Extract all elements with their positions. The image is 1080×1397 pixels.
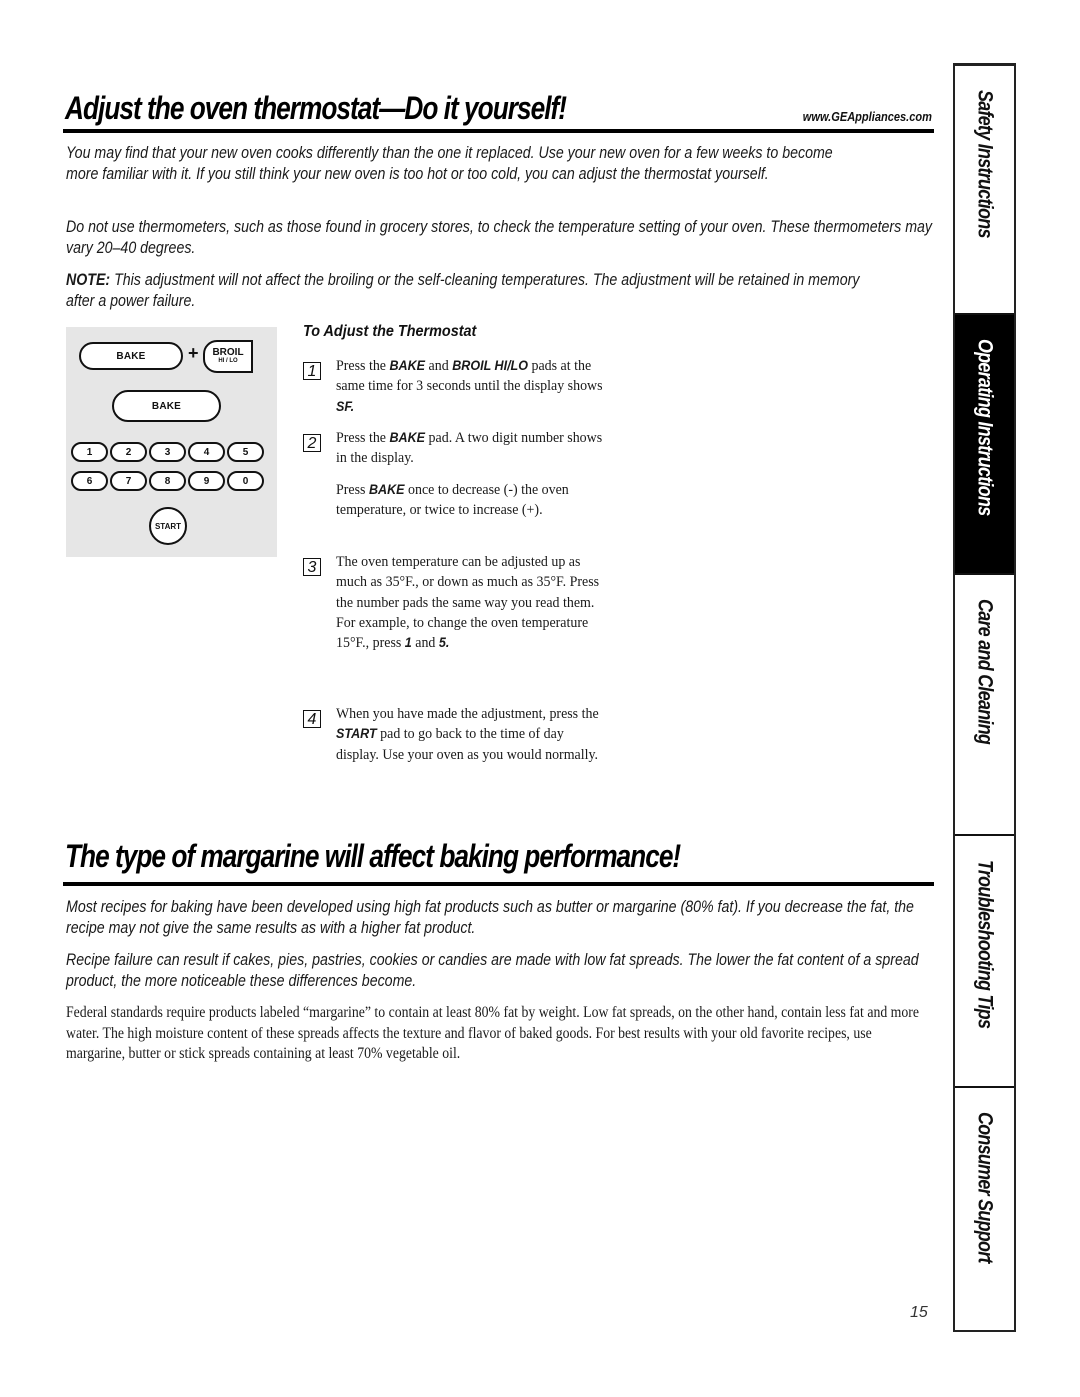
step-2-text: Press the BAKE pad. A two digit number s… (336, 428, 615, 469)
tab-care-and-cleaning[interactable]: Care and Cleaning (955, 575, 1014, 836)
bake-pad-2: BAKE (112, 390, 221, 422)
margarine-paragraph-2: Recipe failure can result if cakes, pies… (66, 951, 919, 990)
broil-hilo-label: HI / LO (218, 358, 238, 364)
number-pad-0: 0 (227, 471, 264, 491)
digit-keyword: 5. (438, 635, 450, 651)
tab-label: Care and Cleaning (973, 599, 997, 745)
bake-keyword: BAKE (389, 430, 426, 445)
tab-label: Safety Instructions (973, 90, 997, 238)
text: and (425, 358, 453, 374)
bake-keyword: BAKE (368, 482, 405, 497)
step-number-4: 4 (303, 710, 321, 728)
step-number-2: 2 (303, 434, 321, 452)
page-title: Adjust the oven thermostat—Do it yoursel… (65, 90, 567, 126)
tab-label: Consumer Support (973, 1112, 997, 1263)
broil-pad: BROIL HI / LO (203, 340, 253, 373)
title-rule (63, 129, 934, 133)
tab-label: Operating Instructions (973, 339, 997, 516)
text: Press the (336, 358, 390, 374)
margarine-paragraph-3: Federal standards require products label… (66, 1004, 920, 1062)
number-pad-7: 7 (110, 471, 147, 491)
start-keyword: START (336, 726, 377, 742)
tab-troubleshooting-tips[interactable]: Troubleshooting Tips (955, 836, 1014, 1088)
broil-label: BROIL (212, 347, 244, 358)
step-2-followup-text: Press BAKE once to decrease (-) the oven… (336, 480, 578, 521)
number-pad-2: 2 (110, 442, 147, 462)
text: Press (336, 482, 369, 498)
note-text: This adjustment will not affect the broi… (66, 271, 860, 310)
bake-keyword: BAKE (389, 358, 426, 373)
intro-paragraph-2: Do not use thermometers, such as those f… (66, 218, 933, 257)
margarine-paragraph-1: Most recipes for baking have been develo… (66, 898, 914, 937)
text: Press the (336, 430, 390, 446)
number-pad-8: 8 (149, 471, 186, 491)
start-pad: START (149, 507, 187, 545)
section-tabs: Safety Instructions Operating Instructio… (953, 63, 1016, 1332)
tab-label: Troubleshooting Tips (973, 860, 997, 1029)
text: When you have made the adjustment, press… (336, 706, 599, 722)
control-panel-illustration: BAKE + BROIL HI / LO BAKE START 12345 678… (66, 327, 277, 557)
tab-safety-instructions[interactable]: Safety Instructions (955, 66, 1014, 315)
sf-keyword: SF. (336, 398, 355, 414)
section-rule (63, 882, 934, 886)
text: The oven temperature can be adjusted up … (336, 554, 600, 652)
number-pad-3: 3 (149, 442, 186, 462)
plus-sign: + (188, 343, 199, 363)
tab-consumer-support[interactable]: Consumer Support (955, 1088, 1014, 1332)
step-4-text: When you have made the adjustment, press… (336, 704, 606, 765)
number-pad-5: 5 (227, 442, 264, 462)
number-pad-9: 9 (188, 471, 225, 491)
tab-operating-instructions[interactable]: Operating Instructions (955, 315, 1014, 575)
number-pad-4: 4 (188, 442, 225, 462)
intro-paragraph-1: You may find that your new oven cooks di… (66, 144, 833, 183)
bake-pad: BAKE (79, 342, 183, 370)
step-1-text: Press the BAKE and BROIL HI/LO pads at t… (336, 356, 615, 417)
number-pad-6: 6 (71, 471, 108, 491)
steps-heading: To Adjust the Thermostat (303, 323, 477, 340)
website-url[interactable]: www.GEAppliances.com (803, 109, 932, 124)
note-label: NOTE: (66, 271, 111, 289)
step-number-1: 1 (303, 362, 321, 380)
step-number-3: 3 (303, 558, 321, 576)
broil-keyword: BROIL HI/LO (452, 358, 529, 373)
step-3-text: The oven temperature can be adjusted up … (336, 552, 601, 653)
section-title-margarine: The type of margarine will affect baking… (65, 838, 681, 874)
page-number: 15 (910, 1304, 928, 1321)
note-paragraph: NOTE: This adjustment will not affect th… (66, 270, 883, 312)
number-pad-1: 1 (71, 442, 108, 462)
text: and (411, 635, 439, 652)
